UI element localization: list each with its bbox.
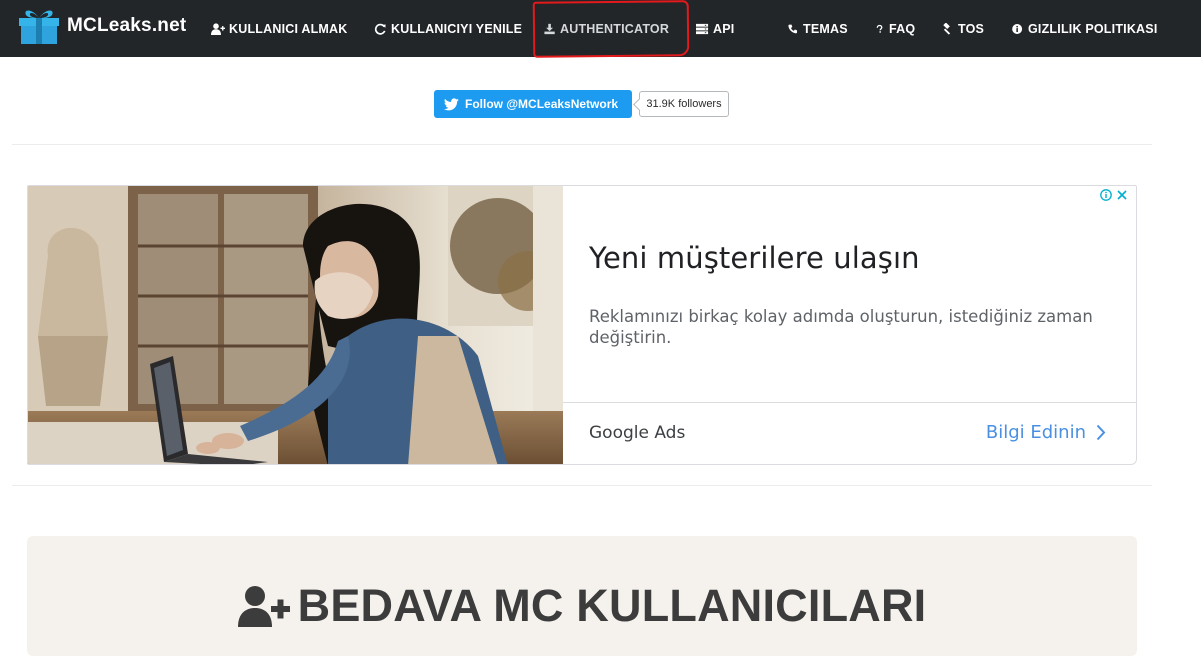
gavel-icon <box>943 22 951 35</box>
ad-cta-label: Bilgi Edinin <box>985 422 1086 443</box>
twitter-follow-label: Follow @MCLeaksNetwork <box>465 97 619 111</box>
nav-api-label: API <box>713 21 735 36</box>
ad-divider <box>563 402 1136 403</box>
nav-authenticator[interactable]: AUTHENTICATOR <box>544 0 669 57</box>
refresh-icon <box>374 23 386 35</box>
server-icon <box>696 23 709 34</box>
nav-tos-label: TOS <box>958 21 985 36</box>
ad-body-text: Reklamınızı birkaç kolay adımda oluşturu… <box>589 307 1093 347</box>
nav-contact[interactable]: TEMAS <box>788 0 848 57</box>
nav-get-user-label: KULLANICI ALMAK <box>229 21 348 36</box>
nav-contact-label: TEMAS <box>803 21 848 36</box>
section-divider-2 <box>12 485 1152 486</box>
ad-learn-more-button[interactable]: Bilgi Edinin <box>986 422 1106 443</box>
user-plus-icon <box>211 22 225 35</box>
nav-tos[interactable]: TOS <box>941 0 984 57</box>
free-users-heading: BEDAVA MC KULLANICILARI <box>27 580 1137 632</box>
nav-faq[interactable]: FAQ <box>876 0 915 57</box>
free-users-panel: BEDAVA MC KULLANICILARI <box>27 536 1137 656</box>
gift-logo-icon <box>19 10 59 44</box>
phone-icon <box>788 24 798 33</box>
top-navbar: MCLeaks.net KULLANICI ALMAK KULLANICIYI … <box>0 0 1201 58</box>
brand-logo-link[interactable]: MCLeaks.net <box>18 7 186 45</box>
info-circle-icon <box>1012 23 1023 34</box>
nav-authenticator-label: AUTHENTICATOR <box>560 21 670 36</box>
nav-privacy-policy[interactable]: GIZLILIK POLITIKASI <box>1012 0 1158 57</box>
brand-name: MCLeaks.net <box>67 15 187 36</box>
user-plus-icon <box>237 586 290 627</box>
nav-privacy-policy-label: GIZLILIK POLITIKASI <box>1028 21 1158 36</box>
nav-renew-user[interactable]: KULLANICIYI YENILE <box>374 0 522 57</box>
ad-info-icon <box>1100 189 1112 201</box>
ad-close-icon[interactable] <box>1116 189 1128 201</box>
twitter-follow-button[interactable]: Follow @MCLeaksNetwork <box>434 90 632 118</box>
twitter-follower-count-text: 31.9K followers <box>646 98 722 110</box>
twitter-bird-icon <box>444 97 459 110</box>
ad-advertiser: Google Ads <box>589 423 686 443</box>
question-icon <box>876 24 883 33</box>
ad-photo <box>28 186 563 464</box>
section-divider <box>12 144 1152 145</box>
nav-renew-user-label: KULLANICIYI YENILE <box>391 21 523 36</box>
ad-choices[interactable] <box>1100 189 1128 201</box>
chevron-right-icon <box>1096 424 1106 441</box>
ad-headline[interactable]: Yeni müşterilere ulaşın <box>589 241 920 275</box>
nav-api[interactable]: API <box>696 0 734 57</box>
ad-photo-illustration <box>28 186 563 464</box>
google-ad-banner[interactable]: Yeni müşterilere ulaşın Reklamınızı birk… <box>27 185 1137 465</box>
download-icon <box>544 23 555 34</box>
nav-faq-label: FAQ <box>889 21 916 36</box>
free-users-title: BEDAVA MC KULLANICILARI <box>297 580 927 631</box>
nav-get-user[interactable]: KULLANICI ALMAK <box>211 0 348 57</box>
twitter-follower-count[interactable]: 31.9K followers <box>639 91 729 117</box>
